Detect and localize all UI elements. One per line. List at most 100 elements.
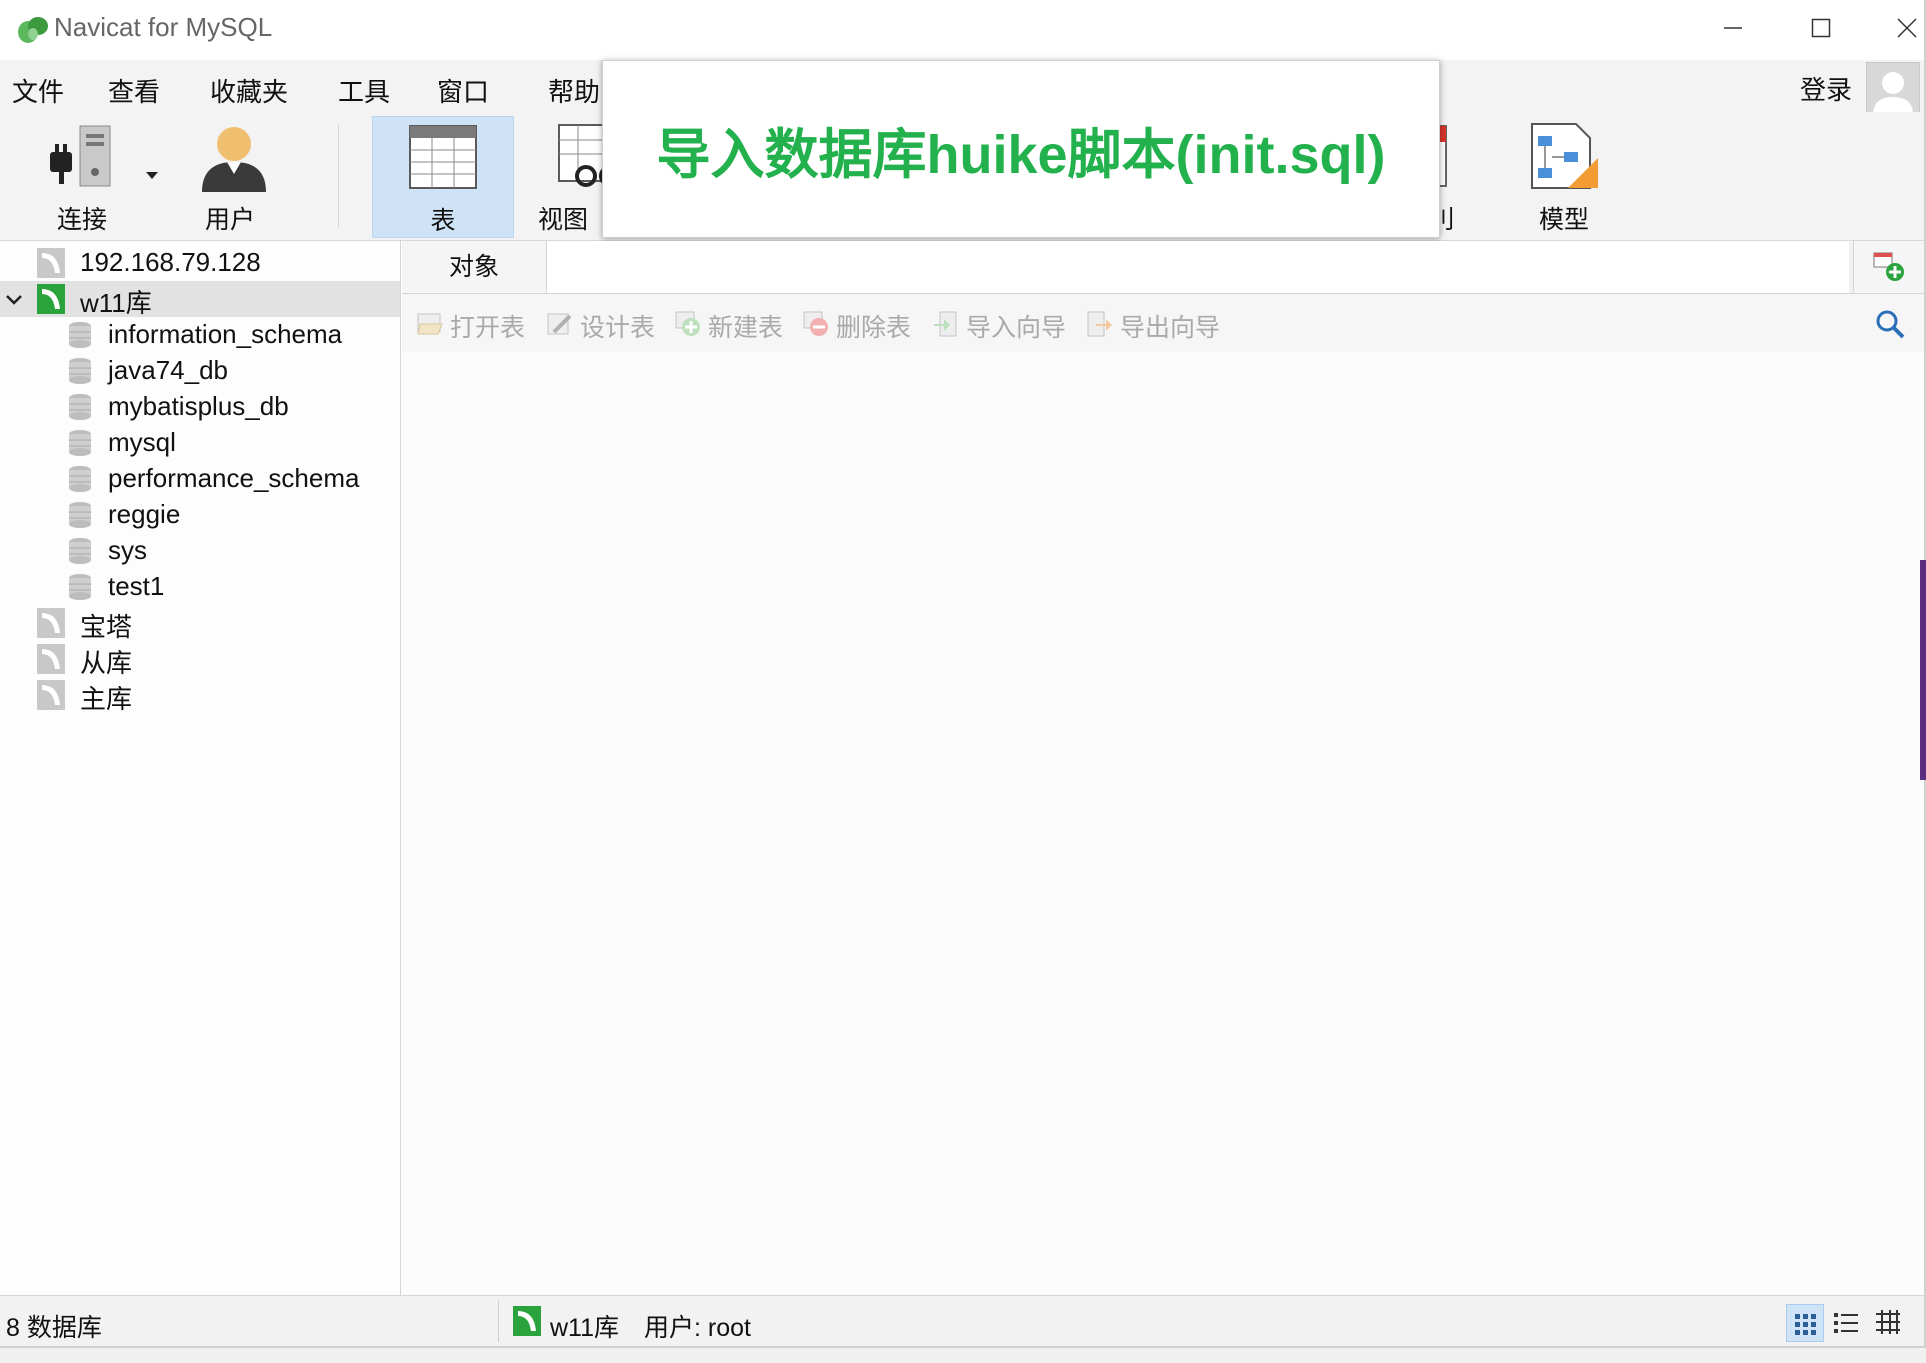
list-view-button[interactable] <box>1828 1304 1864 1340</box>
mysql-connection-icon <box>37 680 65 710</box>
grid-view-button[interactable] <box>1786 1304 1824 1342</box>
table-label: 表 <box>430 207 456 235</box>
avatar[interactable] <box>1866 62 1920 116</box>
tree-db-label: mysql <box>108 427 176 457</box>
export-wizard-icon <box>1087 311 1112 337</box>
status-user: 用户: root <box>644 1314 751 1342</box>
menu-view[interactable]: 查看 <box>108 72 160 109</box>
maximize-icon <box>1811 18 1831 38</box>
design-table-label: 设计表 <box>580 314 656 342</box>
tree-label: 从库 <box>80 648 133 678</box>
taskbar-strip <box>0 1348 1926 1363</box>
database-icon <box>69 502 91 528</box>
tree-db-item[interactable]: sys <box>0 533 400 569</box>
login-link[interactable]: 登录 <box>1800 70 1852 107</box>
new-tab-button[interactable] <box>1853 241 1924 293</box>
import-wizard-label: 导入向导 <box>966 314 1067 342</box>
user-button[interactable]: 用户 <box>160 116 300 236</box>
content-panel: 对象 打开表 设计表 新建表 删除表 导入向导 导出向导 <box>402 241 1924 1295</box>
search-icon[interactable] <box>1874 308 1906 340</box>
tree-db-item[interactable]: mysql <box>0 425 400 461</box>
object-toolbar: 打开表 设计表 新建表 删除表 导入向导 导出向导 <box>402 294 1924 352</box>
window-title: Navicat for MySQL <box>54 12 273 42</box>
model-icon <box>1531 123 1598 189</box>
maximize-button[interactable] <box>1778 0 1864 56</box>
tree-db-item[interactable]: test1 <box>0 569 400 605</box>
status-connection: w11库 <box>550 1314 620 1342</box>
dropdown-arrow-icon[interactable] <box>146 172 158 180</box>
tree-db-label: sys <box>108 535 147 565</box>
design-table-icon <box>547 313 572 335</box>
menu-favorites[interactable]: 收藏夹 <box>210 72 288 109</box>
database-icon <box>69 430 91 456</box>
tree-connection-master[interactable]: 主库 <box>0 677 400 714</box>
list-view-icon <box>1834 1313 1858 1333</box>
tree-db-label: test1 <box>108 571 165 601</box>
caption-text: 导入数据库huike脚本(init.sql) <box>656 124 1386 185</box>
model-label: 模型 <box>1538 206 1589 234</box>
navicat-logo-icon <box>18 17 48 43</box>
detail-view-button[interactable] <box>1870 1304 1906 1340</box>
menu-tools[interactable]: 工具 <box>338 72 390 109</box>
model-button[interactable]: 模型 <box>1494 116 1634 236</box>
connection-plug-icon <box>50 125 111 187</box>
tree-connection-192-168-79-128[interactable]: 192.168.79.128 <box>0 245 400 281</box>
tab-objects[interactable]: 对象 <box>402 241 547 293</box>
menu-window[interactable]: 窗口 <box>437 72 489 109</box>
new-table-icon <box>675 311 700 336</box>
new-table-label: 新建表 <box>708 314 784 342</box>
status-separator <box>498 1300 499 1342</box>
tree-connection-slave[interactable]: 从库 <box>0 641 400 678</box>
status-bar: 8 数据库 w11库 用户: root <box>0 1295 1924 1346</box>
navicat-window: Navicat for MySQL 文件 查看 收藏夹 工具 窗口 帮助 登录 <box>0 0 1926 1348</box>
view-label: 视图 <box>538 206 589 234</box>
delete-table-label: 删除表 <box>836 314 912 342</box>
title-bar: Navicat for MySQL <box>0 0 1924 60</box>
background-window-edge <box>1920 560 1926 780</box>
tree-label: 192.168.79.128 <box>80 247 261 277</box>
tree-db-item[interactable]: mybatisplus_db <box>0 389 400 425</box>
grid-view-icon <box>1795 1314 1816 1335</box>
tree-db-label: performance_schema <box>108 463 360 493</box>
chevron-down-icon[interactable] <box>4 285 24 313</box>
table-grid-icon <box>409 125 477 189</box>
tree-label: 宝塔 <box>80 612 133 642</box>
database-count: 8 数据库 <box>6 1314 102 1342</box>
delete-table-icon <box>803 311 828 336</box>
close-button[interactable] <box>1864 0 1924 56</box>
toolbar-separator <box>338 124 339 228</box>
user-avatar-icon <box>1873 72 1913 115</box>
database-icon <box>69 466 91 492</box>
minimize-icon <box>1724 27 1742 29</box>
tree-db-item[interactable]: java74_db <box>0 353 400 389</box>
tree-label: 主库 <box>80 684 133 714</box>
tree-db-label: java74_db <box>108 355 228 385</box>
add-tab-icon <box>1873 252 1904 281</box>
caption-overlay: 导入数据库huike脚本(init.sql) <box>602 60 1440 238</box>
table-button[interactable]: 表 <box>372 116 514 238</box>
tree-db-item[interactable]: information_schema <box>0 317 400 353</box>
database-icon <box>69 538 91 564</box>
user-icon <box>202 127 266 192</box>
tab-bar: 对象 <box>402 241 1924 294</box>
database-icon <box>69 574 91 600</box>
connect-label: 连接 <box>56 206 107 234</box>
menu-help[interactable]: 帮助 <box>548 72 600 109</box>
connect-button[interactable]: 连接 <box>12 116 158 236</box>
tree-connection-w11[interactable]: w11库 <box>0 281 400 318</box>
tree-db-label: reggie <box>108 499 181 529</box>
detail-view-icon <box>1876 1310 1900 1334</box>
mysql-connection-icon <box>37 248 65 278</box>
close-icon <box>1897 18 1917 38</box>
tab-area <box>547 241 1849 293</box>
tree-db-item[interactable]: reggie <box>0 497 400 533</box>
tree-db-label: mybatisplus_db <box>108 391 289 421</box>
mysql-connection-icon <box>37 608 65 638</box>
export-wizard-label: 导出向导 <box>1120 314 1221 342</box>
tree-connection-baota[interactable]: 宝塔 <box>0 605 400 642</box>
tree-db-item[interactable]: performance_schema <box>0 461 400 497</box>
minimize-button[interactable] <box>1690 0 1776 56</box>
database-icon <box>69 394 91 420</box>
mysql-connection-active-icon <box>37 284 65 314</box>
menu-file[interactable]: 文件 <box>12 72 64 109</box>
